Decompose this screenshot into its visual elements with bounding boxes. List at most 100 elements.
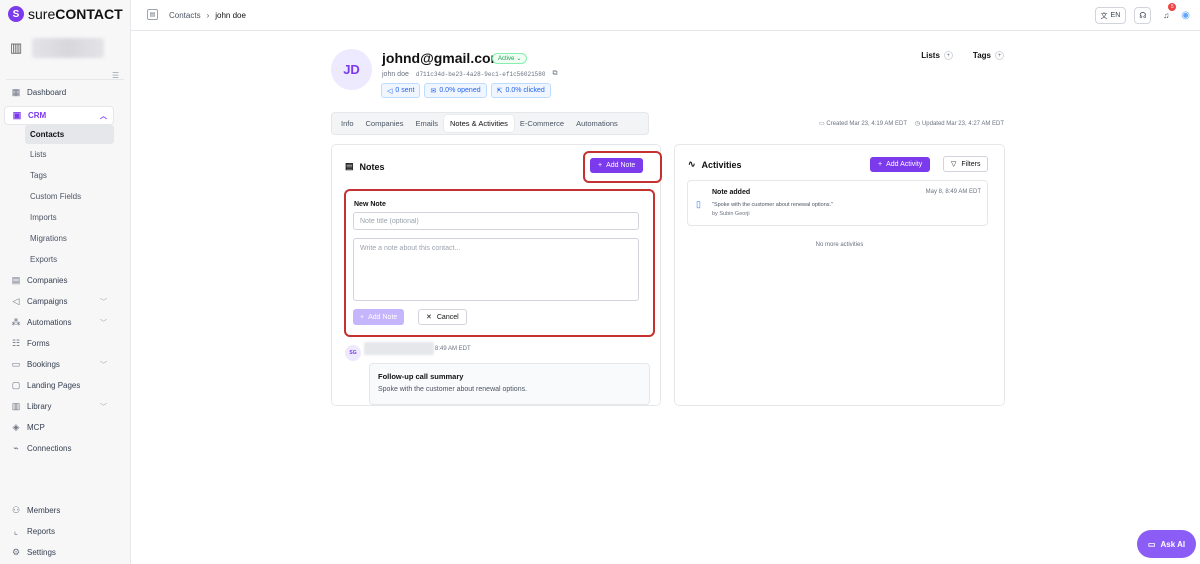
lists-add-button[interactable]: Lists + [921,51,953,60]
stat-sent: ◁ 0 sent [381,83,421,98]
tab-companies[interactable]: Companies [360,115,410,132]
tab-ecommerce[interactable]: E-Commerce [514,115,570,132]
plus-icon: + [360,313,365,321]
sidebar-item-automations[interactable]: ⁂ Automations ﹀ [0,312,131,333]
copy-icon[interactable]: ⧉ [552,70,557,78]
breadcrumb-contacts-link[interactable]: Contacts [169,11,201,20]
sidebar-subitem-exports[interactable]: Exports [0,249,131,270]
list-item[interactable]: ▯ Note added May 8, 8:49 AM EDT "Spoke w… [687,180,988,226]
notifications-button[interactable]: ♫ 5 [1159,3,1177,24]
sidebar-bottom-nav: ⚇ Members ⌞ Reports ⚙ Settings [0,500,131,563]
tab-info[interactable]: Info [335,115,360,132]
bookings-icon: ▭ [11,359,21,369]
workspace-switcher[interactable]: ▥ [10,38,105,58]
globe-icon[interactable]: ◉ [1181,10,1190,21]
sidebar-item-label: Settings [27,548,56,557]
list-item[interactable]: Follow-up call summary Spoke with the cu… [369,363,650,405]
add-activity-label: Add Activity [886,161,923,168]
note-title-input[interactable] [353,212,639,230]
add-activity-button[interactable]: + Add Activity [870,157,931,172]
sidebar-item-crm[interactable]: ▣ CRM ︿ [4,106,114,125]
note-body-textarea[interactable] [353,238,639,301]
sidebar-item-reports[interactable]: ⌞ Reports [0,521,131,542]
contact-email: johnd@gmail.com [382,50,503,66]
stat-sent-label: 0 sent [395,87,415,94]
sidebar-item-members[interactable]: ⚇ Members [0,500,131,521]
sidebar-item-label: Members [27,506,61,515]
email-stats: ◁ 0 sent ✉ 0.0% opened ⇱ 0.0% clicked [381,83,551,98]
filters-label: Filters [961,160,981,168]
bell-icon: ♫ [1163,11,1170,20]
sidebar-item-connections[interactable]: ⌁ Connections [0,438,131,459]
contact-uuid: d711c34d-be23-4a28-9ec1-ef1c56021580 [415,70,546,78]
submit-note-button[interactable]: + Add Note [353,309,405,325]
note-title: Follow-up call summary [378,372,464,381]
note-icon: ▤ [345,161,354,171]
ask-ai-label: Ask AI [1160,539,1186,549]
members-icon: ⚇ [11,505,21,515]
mcp-icon: ◈ [12,422,20,432]
sidebar-subitem-contacts[interactable]: Contacts [25,125,114,144]
chevron-up-icon: ︿ [100,112,107,120]
activities-panel: ∿ Activities + Add Activity ▽ Filters ▯ Not… [674,144,1005,406]
close-icon: ✕ [426,314,432,321]
headset-icon: ☊ [1139,11,1147,20]
sidebar-item-campaigns[interactable]: ◁ Campaigns ﹀ [0,291,131,312]
sidebar-item-bookings[interactable]: ▭ Bookings ﹀ [0,354,131,375]
cancel-label: Cancel [436,313,459,321]
tab-notes-activities[interactable]: Notes & Activities [443,115,514,132]
avatar: SG [345,345,361,361]
sidebar-item-library[interactable]: ▥ Library ﹀ [0,396,131,417]
tab-emails[interactable]: Emails [409,115,444,132]
ask-ai-button[interactable]: ▭ Ask AI [1137,530,1196,558]
sidebar-item-label: Connections [27,444,72,453]
surecontact-logo-icon: S [8,6,24,22]
sidebar-subitem-custom-fields[interactable]: Custom Fields [0,186,131,207]
activities-title: ∿ Activities [688,159,742,170]
notes-title: ▤ Notes [345,161,385,172]
updated-date: ◷ Updated Mar 23, 4:27 AM EDT [915,120,1004,127]
sidebar-item-forms[interactable]: ☷ Forms [0,333,131,354]
chevron-down-icon: ﹀ [100,319,107,327]
sidebar-item-companies[interactable]: ▤ Companies [0,270,131,291]
sidebar-subitem-migrations[interactable]: Migrations [0,228,131,249]
sidebar-item-settings[interactable]: ⚙ Settings [0,542,131,563]
status-badge[interactable]: Active ⌄ [492,53,528,64]
top-bar: ▤ Contacts › john doe 文 EN ☊ ♫ 5 ◉ [131,0,1200,31]
activity-pulse-icon: ∿ [688,159,696,169]
sidebar-item-mcp[interactable]: ◈ MCP [0,417,131,438]
no-more-activities: No more activities [815,242,864,248]
brand-logo[interactable]: S sureCONTACT [8,6,123,22]
companies-icon: ▤ [11,275,21,285]
tags-add-button[interactable]: Tags + [973,51,1004,60]
sidebar-subitem-tags[interactable]: Tags [0,165,131,186]
contact-dates: ▭ Created Mar 23, 4:19 AM EDT ◷ Updated … [819,120,1004,127]
language-button[interactable]: 文 EN [1094,7,1127,24]
submit-note-label: Add Note [368,313,398,321]
contact-avatar: JD [331,49,372,90]
sidebar-item-label: Automations [27,318,72,327]
activities-title-label: Activities [701,159,742,170]
document-icon: ▯ [696,199,701,209]
cancel-button[interactable]: ✕ Cancel [418,309,467,325]
chevron-down-icon: ⌄ [516,56,522,62]
dashboard-icon: ▦ [11,87,21,97]
sidebar-item-label: MCP [27,423,45,432]
add-note-button[interactable]: + Add Note [590,158,644,173]
chevron-down-icon: ﹀ [100,298,107,306]
divider [6,79,124,80]
sidebar-subitem-imports[interactable]: Imports [0,207,131,228]
sidebar-subitem-lists[interactable]: Lists [0,144,131,165]
workspace-name-redacted [32,38,105,58]
tab-automations[interactable]: Automations [570,115,624,132]
sidebar-item-landing-pages[interactable]: ▢ Landing Pages [0,375,131,396]
crm-icon: ▣ [12,110,22,120]
support-button[interactable]: ☊ [1134,7,1152,24]
plus-icon: + [943,51,953,60]
sidebar-item-dashboard[interactable]: ▦ Dashboard [0,82,131,103]
library-icon: ▥ [11,401,21,411]
sidebar-toggle-icon[interactable]: ▤ [147,9,158,20]
filters-button[interactable]: ▽ Filters [943,156,989,172]
sidebar-item-label: Companies [27,276,68,285]
activity-title: Note added [712,189,751,196]
